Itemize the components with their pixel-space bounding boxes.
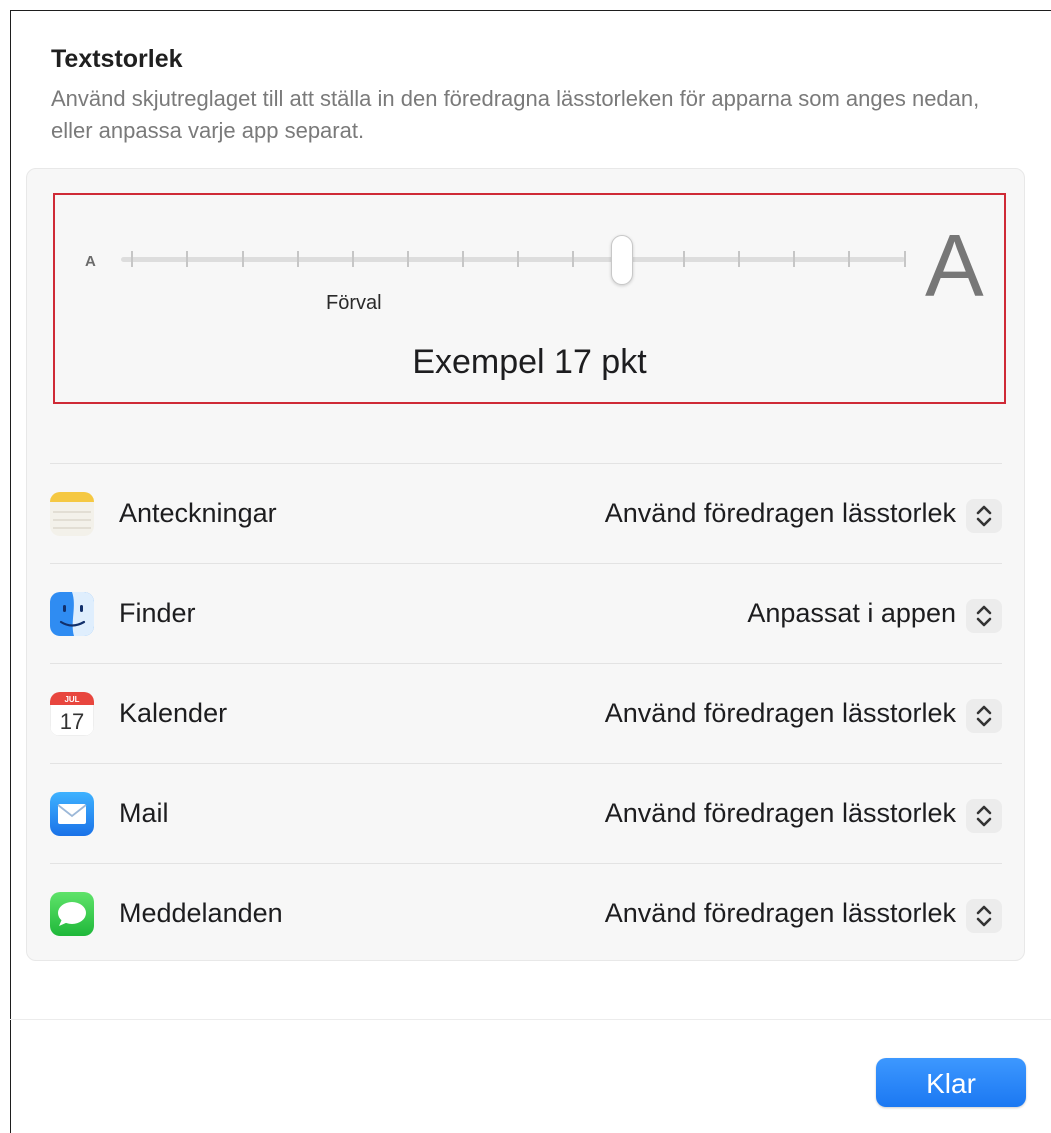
slider-tick	[352, 251, 354, 267]
slider-tick	[131, 251, 133, 267]
popup-stepper-icon[interactable]	[966, 499, 1002, 533]
calendar-icon: JUL 17	[50, 692, 94, 736]
sample-text-preview: Exempel 17 pkt	[412, 343, 647, 381]
popup-stepper-icon[interactable]	[966, 799, 1002, 833]
popup-stepper-icon[interactable]	[966, 699, 1002, 733]
app-name: Mail	[119, 798, 169, 828]
finder-icon	[50, 592, 94, 636]
slider-tick	[407, 251, 409, 267]
app-name: Anteckningar	[119, 498, 277, 528]
slider-tick	[793, 251, 795, 267]
slider-tick	[517, 251, 519, 267]
text-size-slider-thumb[interactable]	[611, 235, 633, 285]
default-size-label: Förval	[326, 292, 382, 314]
notes-icon	[50, 492, 94, 536]
slider-tick	[904, 251, 906, 267]
footer-divider	[10, 1019, 1051, 1020]
app-row-finder: Finder Anpassat i appen	[50, 563, 1002, 662]
calendar-icon-month: JUL	[64, 695, 79, 704]
app-row-calendar: JUL 17 Kalender Använd föredragen lässto…	[50, 663, 1002, 762]
sheet-title: Textstorlek	[51, 45, 183, 73]
app-name: Meddelanden	[119, 898, 283, 928]
slider-tick	[683, 251, 685, 267]
sheet-description: Använd skjutreglaget till att ställa in …	[51, 86, 980, 143]
text-size-slider-track[interactable]	[121, 257, 905, 262]
mail-icon	[50, 792, 94, 836]
app-row-notes: Anteckningar Använd föredragen lässtorle…	[50, 463, 1002, 562]
done-button[interactable]: Klar	[876, 1058, 1026, 1107]
calendar-icon-day: 17	[60, 709, 84, 734]
slider-tick	[297, 251, 299, 267]
app-row-mail: Mail Använd föredragen lässtorlek	[50, 763, 1002, 862]
text-size-setting-value[interactable]: Anpassat i appen	[747, 598, 956, 629]
popup-stepper-icon[interactable]	[966, 599, 1002, 633]
text-size-setting-value[interactable]: Använd föredragen lässtorlek	[605, 498, 956, 529]
popup-stepper-icon[interactable]	[966, 899, 1002, 933]
slider-tick	[242, 251, 244, 267]
slider-tick	[186, 251, 188, 267]
smaller-text-label: A	[85, 253, 96, 270]
app-name: Finder	[119, 598, 196, 628]
slider-tick	[848, 251, 850, 267]
slider-tick	[738, 251, 740, 267]
text-size-setting-value[interactable]: Använd föredragen lässtorlek	[605, 698, 956, 729]
text-size-setting-value[interactable]: Använd föredragen lässtorlek	[605, 798, 956, 829]
app-row-messages: Meddelanden Använd föredragen lässtorlek	[50, 863, 1002, 962]
messages-icon	[50, 892, 94, 936]
larger-text-label: A	[925, 216, 984, 315]
slider-tick	[462, 251, 464, 267]
app-name: Kalender	[119, 698, 228, 728]
slider-tick	[572, 251, 574, 267]
text-size-setting-value[interactable]: Använd föredragen lässtorlek	[605, 898, 956, 929]
